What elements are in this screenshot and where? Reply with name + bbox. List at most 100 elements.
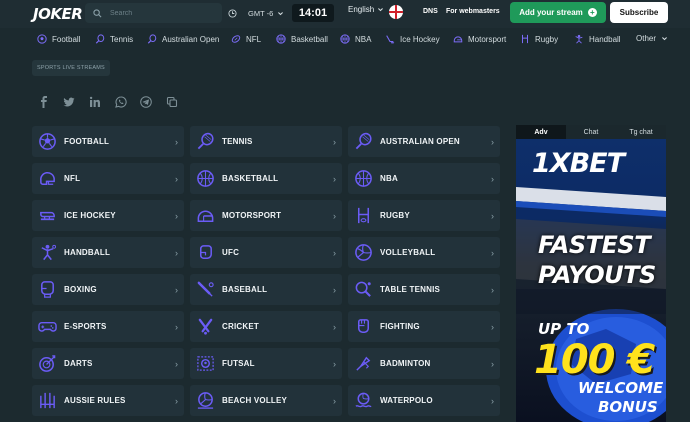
tab-chat[interactable]: Chat <box>566 125 616 139</box>
search-box[interactable] <box>85 3 222 23</box>
sport-card-baseball[interactable]: BASEBALL › <box>190 274 342 305</box>
chevron-right-icon: › <box>175 247 178 258</box>
chevron-right-icon: › <box>333 173 336 184</box>
chevron-right-icon: › <box>175 321 178 332</box>
advertisement-banner[interactable]: 1XBET FASTEST PAYOUTS UP TO 100 € WELCOM… <box>516 139 666 422</box>
sport-card-cricket[interactable]: CRICKET › <box>190 311 342 342</box>
chevron-right-icon: › <box>333 358 336 369</box>
nav-item-football[interactable]: Football <box>37 34 80 44</box>
clock-icon <box>228 8 237 18</box>
sport-card-australian-open[interactable]: AUSTRALIAN OPEN › <box>348 126 500 157</box>
sport-card-rugby[interactable]: RUGBY › <box>348 200 500 231</box>
chevron-right-icon: › <box>491 173 494 184</box>
chevron-right-icon: › <box>175 173 178 184</box>
hockey-icon <box>386 35 395 44</box>
darts-icon <box>39 355 56 372</box>
england-flag-icon[interactable] <box>389 5 403 19</box>
sport-card-beach-volley[interactable]: BEACH VOLLEY › <box>190 385 342 416</box>
sport-label: ICE HOCKEY <box>64 211 116 220</box>
tab-tg-chat[interactable]: Tg chat <box>616 125 666 139</box>
nav-item-nfl[interactable]: NFL <box>231 34 261 44</box>
language-label: English <box>348 5 375 14</box>
nav-item-basketball[interactable]: Basketball <box>276 34 328 44</box>
plus-icon: + <box>587 8 597 17</box>
handball-icon <box>41 244 57 261</box>
sport-card-darts[interactable]: DARTS › <box>32 348 184 379</box>
sport-card-tennis[interactable]: TENNIS › <box>190 126 342 157</box>
sport-card-e-sports[interactable]: E-SPORTS › <box>32 311 184 342</box>
sport-label: VOLLEYBALL <box>380 248 436 257</box>
chevron-right-icon: › <box>491 395 494 406</box>
webmasters-link[interactable]: For webmasters <box>446 8 500 15</box>
nav-item-other[interactable]: Other <box>636 34 668 43</box>
whatsapp-icon <box>115 96 127 108</box>
sport-card-football[interactable]: FOOTBALL › <box>32 126 184 157</box>
sport-card-aussie-rules[interactable]: AUSSIE RULES › <box>32 385 184 416</box>
timezone-selector[interactable]: GMT -6 <box>228 3 288 23</box>
share-linkedin-button[interactable] <box>86 93 104 111</box>
sport-card-badminton[interactable]: BADMINTON › <box>348 348 500 379</box>
futsal-icon <box>197 356 214 371</box>
nav-item-handball[interactable]: Handball <box>574 34 621 44</box>
tennis-icon <box>147 34 157 44</box>
breadcrumb[interactable]: SPORTS LIVE STREAMS <box>32 60 110 76</box>
search-input[interactable] <box>110 9 210 17</box>
sport-card-basketball[interactable]: BASKETBALL › <box>190 163 342 194</box>
sport-card-ice-hockey[interactable]: ICE HOCKEY › <box>32 200 184 231</box>
sport-card-nfl[interactable]: NFL › <box>32 163 184 194</box>
sport-label: FIGHTING <box>380 322 420 331</box>
sport-card-fighting[interactable]: FIGHTING › <box>348 311 500 342</box>
twitter-icon <box>63 97 75 107</box>
waterpolo-icon <box>355 392 372 408</box>
tennis-icon <box>95 34 105 44</box>
nav-label: Ice Hockey <box>400 34 440 44</box>
sport-card-waterpolo[interactable]: WATERPOLO › <box>348 385 500 416</box>
american-football-icon <box>231 35 241 43</box>
chevron-right-icon: › <box>333 247 336 258</box>
helmet-icon <box>453 36 463 43</box>
sport-card-nba[interactable]: NBA › <box>348 163 500 194</box>
share-twitter-button[interactable] <box>60 93 78 111</box>
subscribe-button[interactable]: Subscribe <box>610 2 668 23</box>
share-telegram-button[interactable] <box>137 93 155 111</box>
sport-card-boxing[interactable]: BOXING › <box>32 274 184 305</box>
sport-label: BEACH VOLLEY <box>222 396 288 405</box>
nav-item-motorsport[interactable]: Motorsport <box>453 34 506 44</box>
ad-up-to: UP TO <box>538 320 590 338</box>
sport-label: HANDBALL <box>64 248 111 257</box>
nav-label: Football <box>52 34 81 44</box>
sport-card-motorsport[interactable]: MOTORSPORT › <box>190 200 342 231</box>
dns-link[interactable]: DNS <box>423 8 438 15</box>
copy-link-button[interactable] <box>163 93 181 111</box>
copy-icon <box>166 96 178 108</box>
nav-label: Basketball <box>291 34 328 44</box>
sport-card-volleyball[interactable]: VOLLEYBALL › <box>348 237 500 268</box>
sport-label: RUGBY <box>380 211 410 220</box>
sport-label: MOTORSPORT <box>222 211 282 220</box>
share-facebook-button[interactable] <box>35 93 53 111</box>
sport-label: BADMINTON <box>380 359 431 368</box>
nav-label: Other <box>636 34 657 43</box>
nav-item-nba[interactable]: NBA <box>340 34 371 44</box>
rugby-posts-icon <box>357 207 370 224</box>
ad-bonus: BONUS <box>598 398 658 416</box>
sport-card-futsal[interactable]: FUTSAL › <box>190 348 342 379</box>
chevron-right-icon: › <box>175 358 178 369</box>
share-whatsapp-button[interactable] <box>112 93 130 111</box>
sport-card-table-tennis[interactable]: TABLE TENNIS › <box>348 274 500 305</box>
nav-item-rugby[interactable]: Rugby <box>520 34 558 44</box>
tab-adv[interactable]: Adv <box>516 125 566 139</box>
nav-label: NBA <box>355 34 372 44</box>
site-logo[interactable]: JOKER <box>33 5 83 23</box>
nav-item-tennis[interactable]: Tennis <box>95 34 133 44</box>
ad-brand-logo: 1XBET <box>532 148 625 179</box>
nav-item-ice-hockey[interactable]: Ice Hockey <box>385 34 440 44</box>
ad-headline-2: PAYOUTS <box>538 261 656 289</box>
nav-item-australian-open[interactable]: Australian Open <box>147 34 219 44</box>
sport-label: TENNIS <box>222 137 253 146</box>
sport-label: UFC <box>222 248 240 257</box>
language-selector[interactable]: English <box>348 5 384 14</box>
sport-card-ufc[interactable]: UFC › <box>190 237 342 268</box>
sport-card-handball[interactable]: HANDBALL › <box>32 237 184 268</box>
add-stream-button[interactable]: Add your stream + <box>510 2 606 23</box>
